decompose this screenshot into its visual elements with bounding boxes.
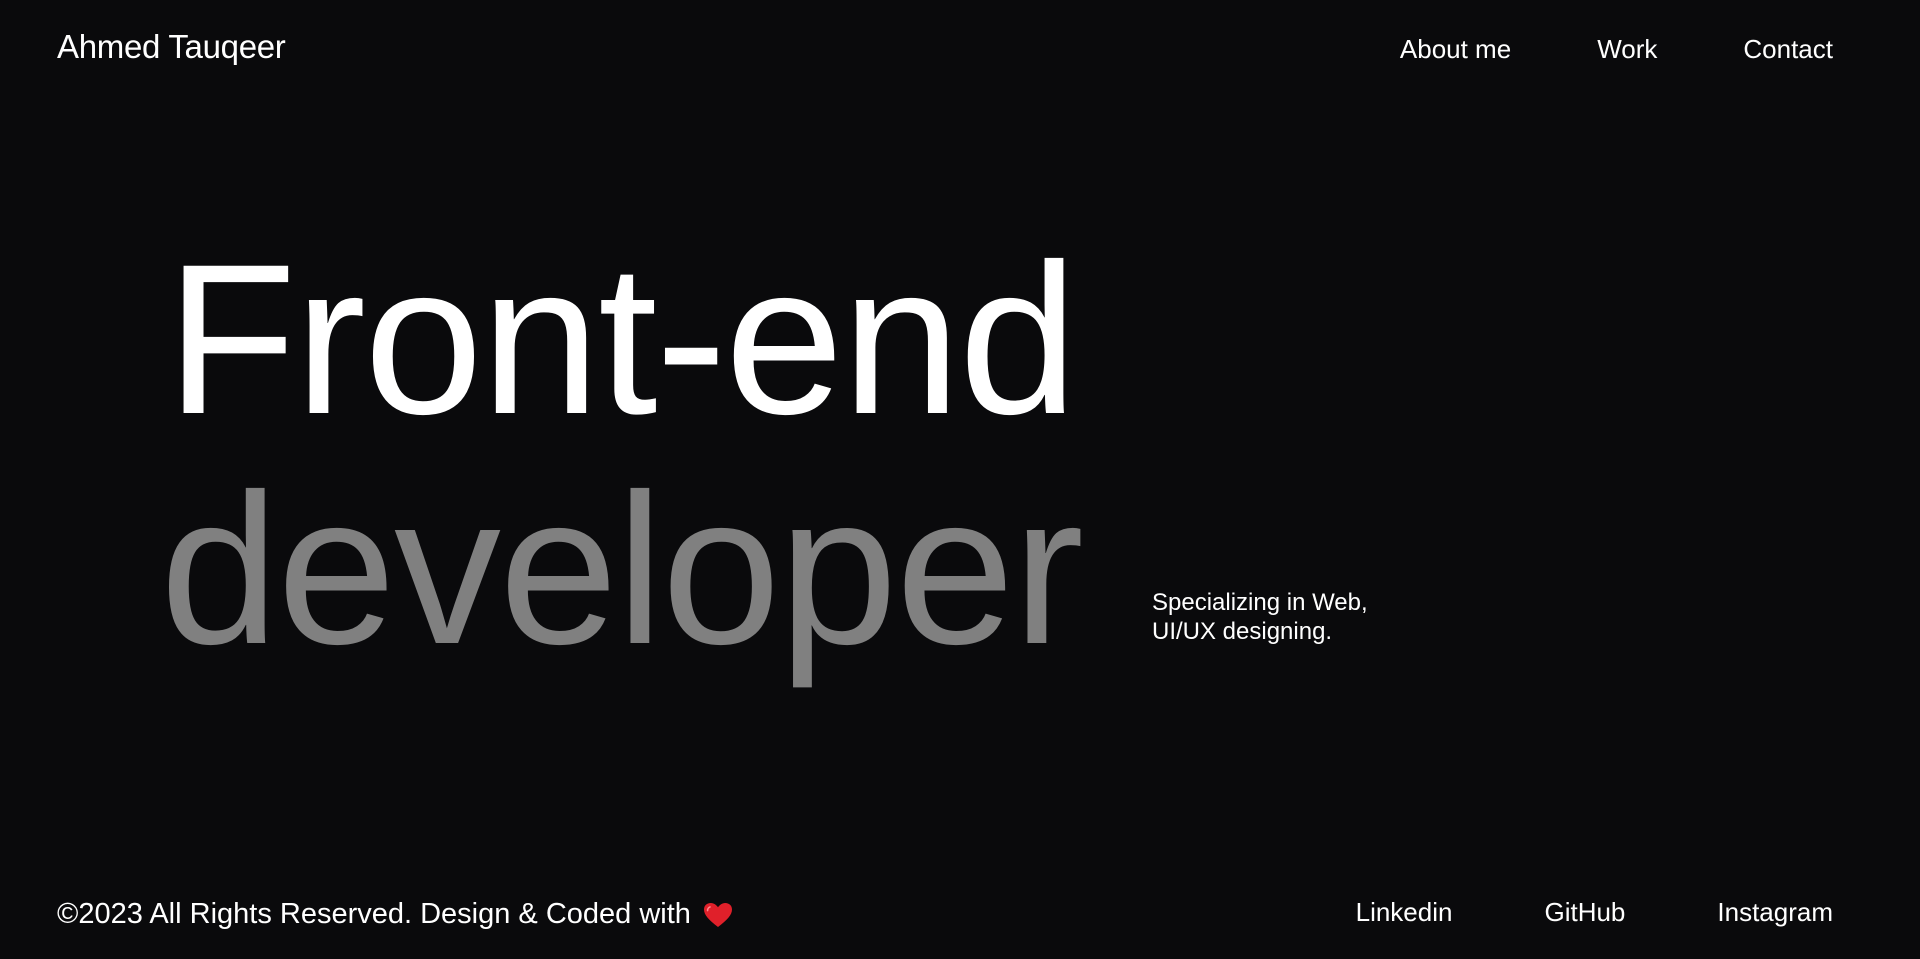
hero-tagline: Specializing in Web, UI/UX designing. bbox=[1152, 588, 1368, 646]
nav-link-about[interactable]: About me bbox=[1400, 34, 1511, 65]
nav-link-contact[interactable]: Contact bbox=[1743, 34, 1833, 65]
tagline-line-2: UI/UX designing. bbox=[1152, 618, 1333, 645]
main-nav: About me Work Contact bbox=[1400, 34, 1833, 65]
social-link-github[interactable]: GitHub bbox=[1544, 897, 1625, 928]
heart-icon bbox=[703, 902, 733, 928]
copyright-text: ©2023 All Rights Reserved. Design & Code… bbox=[57, 898, 691, 930]
nav-link-work[interactable]: Work bbox=[1597, 34, 1657, 65]
tagline-line-1: Specializing in Web, bbox=[1152, 589, 1368, 616]
hero-title-row-2: developer bbox=[160, 450, 1084, 689]
social-link-linkedin[interactable]: Linkedin bbox=[1356, 897, 1453, 928]
social-link-instagram[interactable]: Instagram bbox=[1717, 897, 1833, 928]
social-links: Linkedin GitHub Instagram bbox=[1356, 897, 1833, 928]
brand-logo[interactable]: Ahmed Tauqeer bbox=[57, 28, 286, 66]
hero-title-developer: developer bbox=[160, 450, 1084, 689]
hero-title-front-end: Front-end bbox=[166, 220, 1078, 459]
hero: Front-end developer bbox=[160, 220, 1084, 685]
page: Ahmed Tauqeer About me Work Contact Fron… bbox=[0, 0, 1920, 959]
footer-copyright: ©2023 All Rights Reserved. Design & Code… bbox=[57, 898, 733, 931]
